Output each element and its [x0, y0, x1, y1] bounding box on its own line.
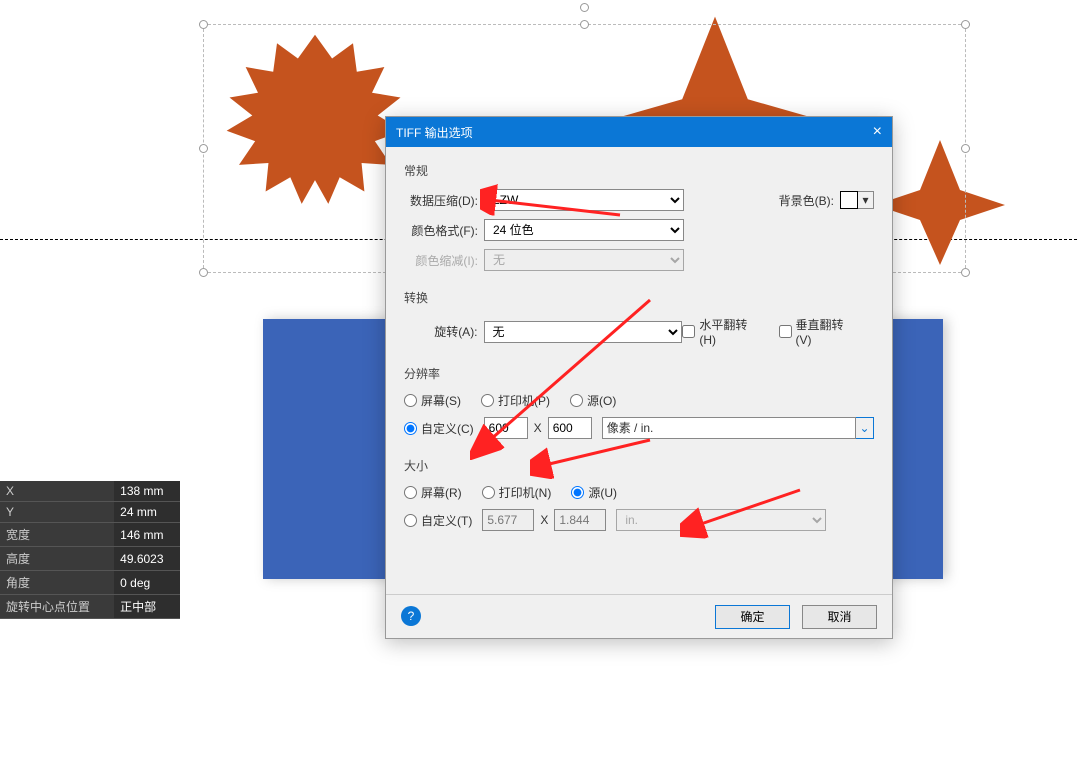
size-unit-select: in. [616, 509, 826, 531]
res-x-input[interactable] [484, 417, 528, 439]
resize-handle[interactable] [961, 268, 970, 277]
tiff-export-dialog: TIFF 输出选项 × 常规 数据压缩(D): LZW 背景色(B): ▾ 颜色… [385, 116, 893, 639]
bg-color-swatch[interactable] [840, 191, 858, 209]
res-printer-radio[interactable]: 打印机(P) [481, 392, 550, 409]
section-resolution: 分辨率 [404, 365, 874, 382]
rotate-handle[interactable] [580, 3, 589, 12]
res-custom-radio[interactable]: 自定义(C) [404, 420, 474, 437]
prop-key: X [0, 481, 114, 502]
properties-panel: X138 mmY24 mm宽度146 mm高度49.6023角度0 deg旋转中… [0, 481, 180, 619]
resize-handle[interactable] [961, 20, 970, 29]
res-screen-radio[interactable]: 屏幕(S) [404, 392, 461, 409]
close-icon[interactable]: × [873, 123, 882, 141]
reduce-select: 无 [484, 249, 684, 271]
prop-key: 旋转中心点位置 [0, 595, 114, 619]
prop-value[interactable]: 138 mm [114, 481, 180, 502]
size-screen-radio[interactable]: 屏幕(R) [404, 484, 462, 501]
resize-handle[interactable] [199, 144, 208, 153]
res-unit-select[interactable]: 像素 / in. [602, 417, 856, 439]
section-general: 常规 [404, 162, 874, 179]
size-w-input [482, 509, 534, 531]
format-label: 颜色格式(F): [404, 222, 484, 239]
dialog-titlebar[interactable]: TIFF 输出选项 × [386, 117, 892, 147]
size-source-radio[interactable]: 源(U) [571, 484, 617, 501]
resize-handle[interactable] [199, 20, 208, 29]
x-separator: X [534, 421, 542, 435]
rotate-select[interactable]: 无 [484, 321, 683, 343]
compress-label: 数据压缩(D): [404, 192, 484, 209]
res-y-input[interactable] [548, 417, 592, 439]
size-printer-radio[interactable]: 打印机(N) [482, 484, 552, 501]
bg-label: 背景色(B): [779, 192, 840, 209]
prop-value[interactable]: 49.6023 [114, 547, 180, 571]
dialog-title: TIFF 输出选项 [396, 124, 473, 141]
prop-value[interactable]: 正中部 [114, 595, 180, 619]
prop-key: 角度 [0, 571, 114, 595]
flip-v-checkbox[interactable]: 垂直翻转(V) [779, 316, 860, 347]
cancel-button[interactable]: 取消 [802, 605, 877, 629]
chevron-down-icon[interactable]: ⌄ [856, 417, 874, 439]
x-separator: X [540, 513, 548, 527]
prop-value[interactable]: 24 mm [114, 502, 180, 523]
flip-h-checkbox[interactable]: 水平翻转(H) [682, 316, 763, 347]
section-size: 大小 [404, 457, 874, 474]
prop-value[interactable]: 146 mm [114, 523, 180, 547]
compress-select[interactable]: LZW [484, 189, 684, 211]
resize-handle[interactable] [961, 144, 970, 153]
bg-color-dropdown[interactable]: ▾ [858, 191, 874, 209]
reduce-label: 颜色缩减(I): [404, 252, 484, 269]
rotate-label: 旋转(A): [404, 323, 484, 340]
resize-handle[interactable] [580, 20, 589, 29]
prop-key: 高度 [0, 547, 114, 571]
size-h-input [554, 509, 606, 531]
section-transform: 转换 [404, 289, 874, 306]
res-source-radio[interactable]: 源(O) [570, 392, 616, 409]
prop-key: Y [0, 502, 114, 523]
prop-value[interactable]: 0 deg [114, 571, 180, 595]
ok-button[interactable]: 确定 [715, 605, 790, 629]
prop-key: 宽度 [0, 523, 114, 547]
format-select[interactable]: 24 位色 [484, 219, 684, 241]
size-custom-radio[interactable]: 自定义(T) [404, 512, 472, 529]
resize-handle[interactable] [199, 268, 208, 277]
